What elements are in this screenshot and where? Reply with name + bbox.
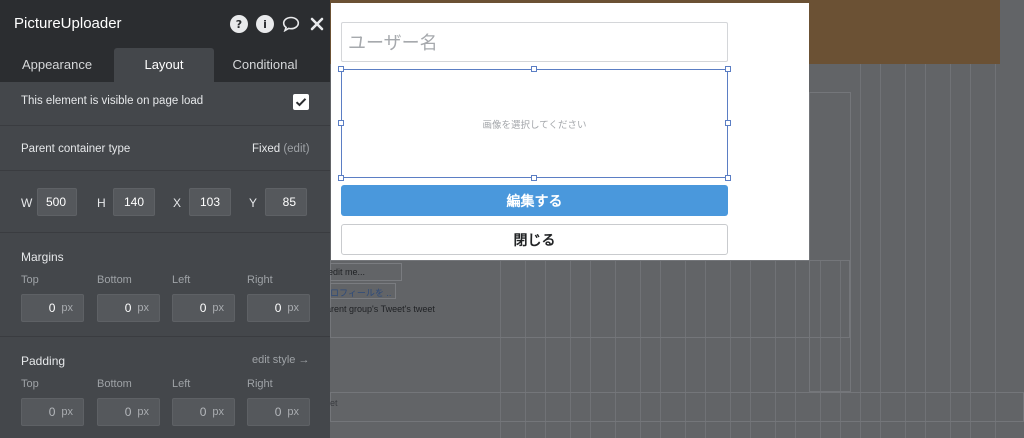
width-label: W: [21, 196, 33, 210]
padding-top-input[interactable]: 0 px: [21, 398, 84, 426]
margins-title: Margins: [21, 250, 64, 264]
element-name[interactable]: PictureUploader: [14, 15, 122, 32]
resize-handle[interactable]: [338, 120, 344, 126]
x-label: X: [173, 196, 182, 210]
padding-right-input[interactable]: 0 px: [247, 398, 310, 426]
parent-container-label: Parent container type: [21, 143, 131, 155]
padding-left-value: 0: [199, 405, 207, 419]
row-frame: [330, 392, 1024, 422]
close-icon[interactable]: [308, 15, 326, 33]
resize-handle[interactable]: [725, 120, 731, 126]
edit-me-text[interactable]: edit me...: [328, 267, 365, 277]
tab-layout[interactable]: Layout: [114, 48, 214, 82]
margin-left-input[interactable]: 0 px: [172, 294, 235, 322]
property-editor: PictureUploader ? i Appearance Layout Co…: [0, 0, 330, 438]
padding-top-label: Top: [21, 378, 39, 390]
height-label: H: [97, 196, 106, 210]
stray-text: et: [330, 398, 338, 408]
margin-left-label: Left: [172, 274, 191, 286]
help-icon[interactable]: ?: [230, 15, 248, 33]
padding-right-value: 0: [274, 405, 282, 419]
visible-label: This element is visible on page load: [21, 95, 204, 107]
margin-bottom-value: 0: [124, 301, 132, 315]
repeating-group-frame: [330, 260, 850, 338]
panel-titlebar[interactable]: PictureUploader ? i: [0, 0, 330, 48]
profile-link[interactable]: ロフィールを ..: [330, 286, 391, 299]
check-icon: [295, 98, 307, 107]
edit-style-link[interactable]: edit style →: [252, 354, 309, 366]
username-input[interactable]: ユーザー名: [341, 22, 728, 62]
group-frame: [809, 92, 851, 392]
padding-bottom-label: Bottom: [97, 378, 132, 390]
resize-handle[interactable]: [338, 66, 344, 72]
resize-handle[interactable]: [531, 66, 537, 72]
edit-button[interactable]: 編集する: [341, 185, 728, 216]
margin-top-value: 0: [48, 301, 56, 315]
padding-top-value: 0: [48, 405, 56, 419]
margin-right-value: 0: [274, 301, 282, 315]
y-label: Y: [249, 196, 258, 210]
tab-conditional[interactable]: Conditional: [214, 48, 316, 82]
popup-element[interactable]: ユーザー名 画像を選択してください 編集する 閉じる: [331, 3, 809, 260]
margin-right-input[interactable]: 0 px: [247, 294, 310, 322]
padding-left-label: Left: [172, 378, 191, 390]
margin-top-label: Top: [21, 274, 39, 286]
width-input[interactable]: 500: [37, 188, 77, 216]
margin-top-input[interactable]: 0 px: [21, 294, 84, 322]
info-icon[interactable]: i: [256, 15, 274, 33]
margin-bottom-input[interactable]: 0 px: [97, 294, 160, 322]
margin-right-label: Right: [247, 274, 273, 286]
resize-handle[interactable]: [338, 175, 344, 181]
close-button[interactable]: 閉じる: [341, 224, 728, 255]
padding-bottom-value: 0: [124, 405, 132, 419]
y-input[interactable]: 85: [265, 188, 307, 216]
tweet-text: arent group's Tweet's tweet: [326, 304, 435, 314]
parent-container-type: Fixed: [252, 143, 281, 155]
height-input[interactable]: 140: [113, 188, 155, 216]
x-input[interactable]: 103: [189, 188, 231, 216]
resize-handle[interactable]: [725, 66, 731, 72]
margin-bottom-label: Bottom: [97, 274, 132, 286]
padding-left-input[interactable]: 0 px: [172, 398, 235, 426]
margin-left-value: 0: [199, 301, 207, 315]
comment-icon[interactable]: [282, 15, 300, 33]
padding-title: Padding: [21, 354, 66, 368]
picture-uploader[interactable]: 画像を選択してください: [341, 69, 728, 178]
tab-appearance[interactable]: Appearance: [0, 48, 114, 82]
panel-tabs: Appearance Layout Conditional: [0, 48, 330, 82]
parent-container-edit-link[interactable]: (edit): [283, 143, 309, 155]
parent-container-value: Fixed (edit): [252, 143, 310, 155]
padding-bottom-input[interactable]: 0 px: [97, 398, 160, 426]
visible-checkbox[interactable]: [293, 94, 309, 110]
resize-handle[interactable]: [531, 175, 537, 181]
resize-handle[interactable]: [725, 175, 731, 181]
padding-right-label: Right: [247, 378, 273, 390]
